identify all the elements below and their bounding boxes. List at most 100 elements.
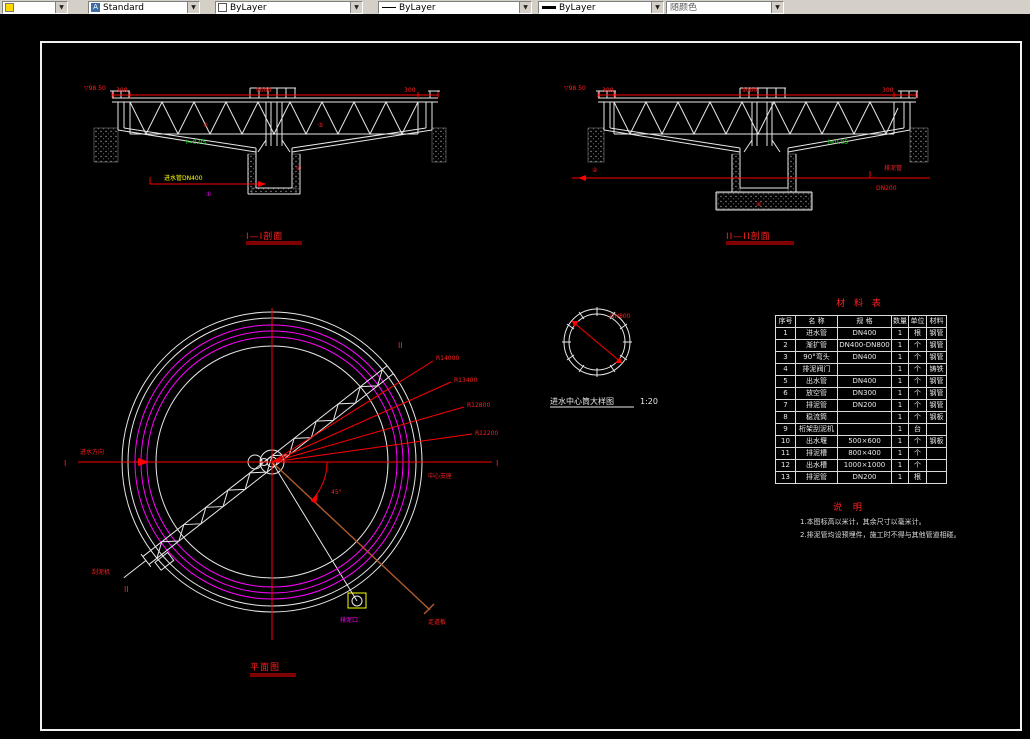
- notes-title: 说 明: [833, 503, 866, 513]
- detail-title: 进水中心筒大样图: [550, 396, 614, 406]
- radius-label: R14000: [436, 355, 459, 362]
- table-cell: 出水管: [795, 375, 838, 388]
- text-style-combo[interactable]: A Standard ▼: [88, 1, 200, 14]
- table-cell: 排泥阀门: [795, 363, 838, 376]
- table-cell: 1: [891, 375, 909, 388]
- table-cell: 500×600: [837, 435, 892, 448]
- pipe-label: 进水管DN400: [164, 174, 203, 182]
- table-cell: 2: [775, 339, 796, 352]
- sludge-label: 排泥口: [340, 616, 358, 624]
- table-cell: 11: [775, 447, 796, 460]
- table-cell: 个: [908, 351, 927, 364]
- section-view-1: 300 9000 300 ▽98.50 i=0.05 进水管DN400 ④ ⑤ …: [84, 85, 447, 245]
- section-marker: II: [124, 585, 129, 594]
- table-cell: 钢管: [926, 327, 947, 340]
- table-cell: 出水槽: [795, 459, 838, 472]
- chevron-down-icon[interactable]: ▼: [519, 2, 531, 13]
- linetype-value: ByLayer: [399, 2, 436, 13]
- col-header: 规 格: [837, 315, 892, 328]
- detail-dim-label: DN800: [610, 313, 631, 320]
- table-cell: DN400-DN800: [837, 339, 892, 352]
- table-cell: 1: [891, 471, 909, 484]
- table-cell: 90°弯头: [795, 351, 838, 364]
- table-cell: 钢板: [926, 435, 947, 448]
- dim-label: 9000: [742, 87, 757, 94]
- table-cell: 钢管: [926, 375, 947, 388]
- table-cell: [926, 447, 947, 460]
- table-cell: 1000×1000: [837, 459, 892, 472]
- center-support-label: 中心支座: [428, 472, 452, 480]
- balloon-ref: ①: [206, 191, 211, 198]
- text-style-value: Standard: [103, 2, 144, 13]
- table-cell: DN200: [837, 399, 892, 412]
- material-table: 序号 名 称 规 格 数量 单位 材料 1 进水管 DN400 1 根 钢管 2…: [775, 315, 947, 484]
- radius-label: R13400: [454, 377, 477, 384]
- table-cell: [837, 423, 892, 436]
- table-cell: 个: [908, 363, 927, 376]
- section2-title: II—II剖面: [726, 230, 771, 242]
- table-row: 11 排泥槽 800×400 1 个: [775, 447, 947, 460]
- table-cell: 钢管: [926, 339, 947, 352]
- drawing-canvas[interactable]: 300 9000 300 ▽98.50 i=0.05 进水管DN400 ④ ⑤ …: [0, 14, 1030, 739]
- table-cell: 1: [775, 327, 796, 340]
- table-cell: 出水堰: [795, 435, 838, 448]
- table-cell: DN400: [837, 351, 892, 364]
- table-cell: 1: [891, 363, 909, 376]
- table-cell: 1: [891, 387, 909, 400]
- table-cell: 1: [891, 447, 909, 460]
- table-cell: 铸铁: [926, 363, 947, 376]
- pipe-label: 排泥管: [884, 164, 902, 172]
- section-marker: I: [64, 459, 66, 468]
- lineweight-value: ByLayer: [559, 2, 596, 13]
- flow-direction-label: 进水方向: [80, 448, 104, 456]
- table-cell: 台: [908, 423, 927, 436]
- col-header: 名 称: [795, 315, 838, 328]
- table-cell: 6: [775, 387, 796, 400]
- linetype-combo[interactable]: ByLayer ▼: [378, 1, 532, 14]
- dim-label: 300: [116, 87, 128, 94]
- dim-label: 300: [602, 87, 614, 94]
- table-cell: 排泥槽: [795, 447, 838, 460]
- table-cell: 桁架刮泥机: [795, 423, 838, 436]
- table-cell: 12: [775, 459, 796, 472]
- section1-title: I—I剖面: [246, 230, 283, 242]
- table-row: 13 排泥管 DN200 1 根: [775, 471, 947, 484]
- table-cell: 1: [891, 399, 909, 412]
- table-cell: 1: [891, 423, 909, 436]
- chevron-down-icon[interactable]: ▼: [350, 2, 362, 13]
- lineweight-combo[interactable]: ByLayer ▼: [538, 1, 664, 14]
- plotstyle-combo[interactable]: 随颜色 ▼: [666, 1, 784, 14]
- table-row: 3 90°弯头 DN400 1 个 钢管: [775, 351, 947, 364]
- table-cell: [926, 459, 947, 472]
- slope-label: i=0.05: [186, 139, 206, 146]
- section-marker: II: [398, 341, 403, 350]
- table-cell: 排泥管: [795, 471, 838, 484]
- elevation-label: ▽98.50: [564, 85, 586, 92]
- table-cell: 钢管: [926, 351, 947, 364]
- pipe-spec-label: DN200: [876, 185, 897, 192]
- chevron-down-icon[interactable]: ▼: [651, 2, 663, 13]
- table-cell: 3: [775, 351, 796, 364]
- plan-title: 平面图: [250, 662, 280, 673]
- chevron-down-icon[interactable]: ▼: [187, 2, 199, 13]
- table-cell: [926, 471, 947, 484]
- layer-combo[interactable]: ▼: [2, 1, 68, 14]
- col-header: 序号: [775, 315, 796, 328]
- lineweight-icon: [542, 6, 556, 9]
- table-cell: 10: [775, 435, 796, 448]
- table-cell: 钢管: [926, 387, 947, 400]
- chevron-down-icon: ▼: [771, 2, 783, 13]
- chevron-down-icon[interactable]: ▼: [55, 2, 67, 13]
- linetype-icon: [382, 7, 396, 8]
- color-swatch-icon: [218, 3, 227, 12]
- table-cell: DN300: [837, 387, 892, 400]
- note-line: 2.排泥管均设预埋件，施工时不得与其他管道相碰。: [800, 531, 961, 539]
- color-combo[interactable]: ByLayer ▼: [215, 1, 363, 14]
- radius-label: R12200: [475, 430, 498, 437]
- table-row: 6 放空管 DN300 1 个 钢管: [775, 387, 947, 400]
- text-style-icon: A: [91, 3, 100, 12]
- col-header: 材料: [926, 315, 947, 328]
- table-cell: DN200: [837, 471, 892, 484]
- table-cell: 4: [775, 363, 796, 376]
- table-cell: 5: [775, 375, 796, 388]
